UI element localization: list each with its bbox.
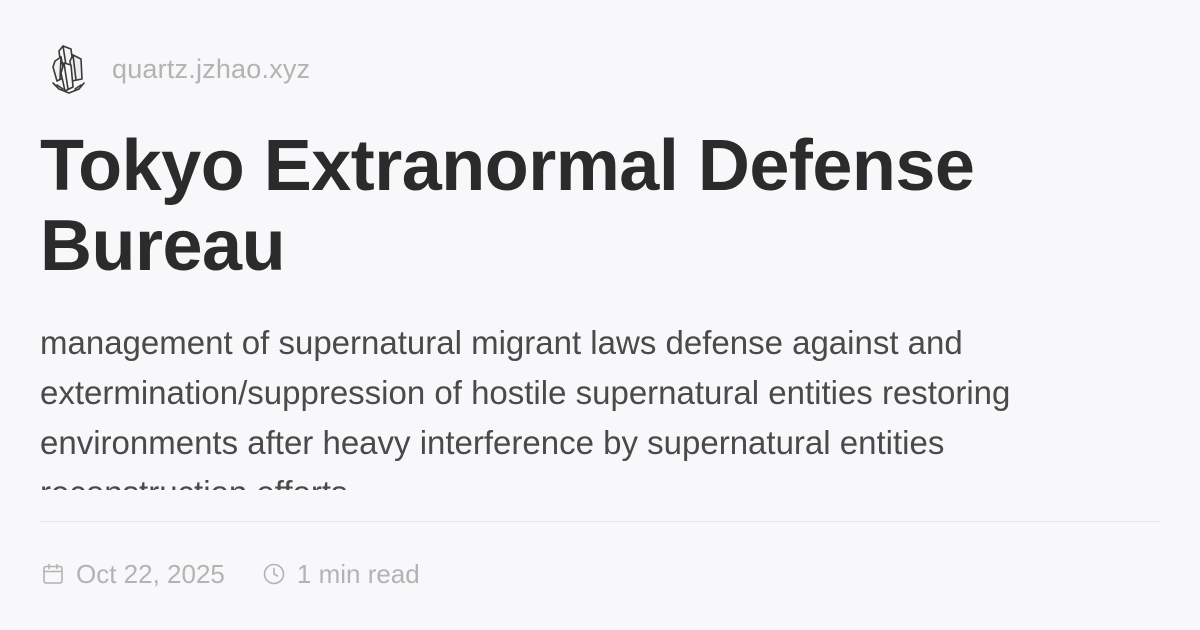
description-container: management of supernatural migrant laws … xyxy=(40,318,1140,490)
divider xyxy=(40,521,1160,522)
crystal-logo-icon xyxy=(48,43,88,95)
meta-row: Oct 22, 2025 1 min read xyxy=(40,556,456,592)
publish-date-text: Oct 22, 2025 xyxy=(76,558,225,589)
publish-date: Oct 22, 2025 xyxy=(40,559,225,590)
page-description: management of supernatural migrant laws … xyxy=(40,324,1011,490)
reading-time-text: 1 min read xyxy=(296,558,420,589)
site-name[interactable]: quartz.jzhao.xyz xyxy=(112,54,310,85)
clock-icon xyxy=(261,561,287,587)
calendar-icon xyxy=(40,561,66,587)
site-header: quartz.jzhao.xyz xyxy=(48,42,310,96)
reading-time: 1 min read xyxy=(261,559,420,590)
page-title: Tokyo Extranormal Defense Bureau xyxy=(40,126,975,286)
og-card: quartz.jzhao.xyz Tokyo Extranormal Defen… xyxy=(0,0,1200,630)
